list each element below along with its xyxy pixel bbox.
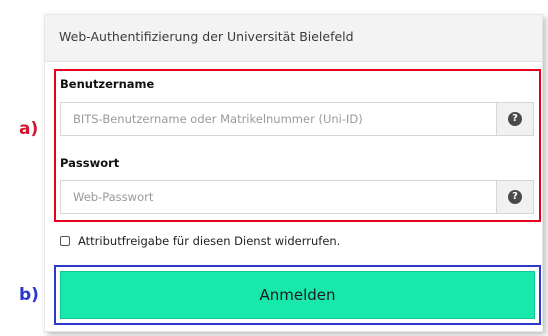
panel-header: Web-Authentifizierung der Universität Bi… xyxy=(45,15,542,62)
username-input[interactable] xyxy=(61,103,498,135)
password-help-button[interactable]: ? xyxy=(496,181,533,213)
login-button[interactable]: Anmelden xyxy=(60,271,535,319)
password-input[interactable] xyxy=(61,181,498,213)
password-label: Passwort xyxy=(60,156,120,170)
username-help-button[interactable]: ? xyxy=(496,103,533,135)
revoke-consent-label[interactable]: Attributfreigabe für diesen Dienst wider… xyxy=(78,234,340,248)
password-input-group: ? xyxy=(60,180,534,214)
revoke-consent-row[interactable]: Attributfreigabe für diesen Dienst wider… xyxy=(60,233,340,249)
question-circle-icon: ? xyxy=(508,112,522,126)
username-input-group: ? xyxy=(60,102,534,136)
annotation-marker-b: b) xyxy=(19,285,39,305)
annotation-marker-a: a) xyxy=(19,119,39,139)
username-label: Benutzername xyxy=(60,77,155,91)
question-circle-icon: ? xyxy=(508,190,522,204)
login-page: Web-Authentifizierung der Universität Bi… xyxy=(0,0,548,336)
page-title: Web-Authentifizierung der Universität Bi… xyxy=(59,29,354,44)
revoke-consent-checkbox[interactable] xyxy=(60,236,70,246)
